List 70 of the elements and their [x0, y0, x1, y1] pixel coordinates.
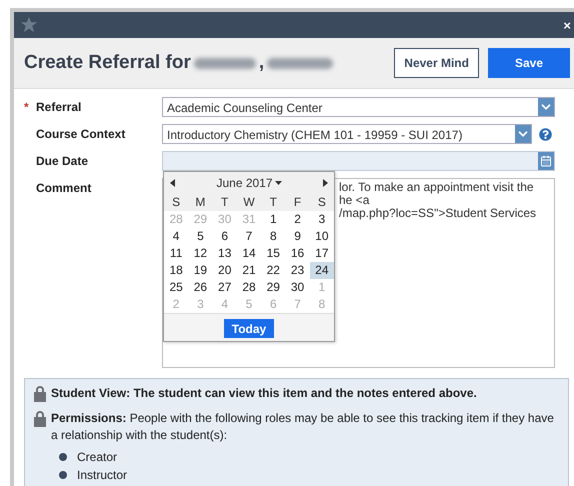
comment-text: he <a: [339, 194, 370, 207]
select-field[interactable]: Introductory Chemistry (CHEM 101 - 19959 - SUI 2017): [162, 124, 532, 144]
calendar-day[interactable]: 3: [310, 211, 334, 228]
weekday-label: S: [310, 194, 334, 211]
calendar-day[interactable]: 26: [188, 279, 213, 296]
today-button[interactable]: Today: [224, 319, 274, 338]
calendar-day[interactable]: 28: [236, 279, 262, 296]
weekday-label: S: [164, 194, 188, 211]
calendar-day[interactable]: 23: [285, 262, 310, 279]
calendar-day[interactable]: 9: [285, 228, 310, 245]
required-mark: *: [24, 100, 30, 114]
calendar-day[interactable]: 12: [188, 245, 213, 262]
field-label: Course Context: [36, 127, 126, 141]
weekday-label: M: [188, 194, 213, 211]
calendar-day[interactable]: 21: [236, 262, 262, 279]
note-text: Permissions: People with the following roles may be able to see this tracking item if they have a relationship with the student(s):: [51, 410, 555, 444]
calendar-icon[interactable]: [540, 155, 552, 167]
calendar-day[interactable]: 6: [212, 228, 237, 245]
dialog-title: Create Referral for: [24, 52, 191, 74]
cancel-button[interactable]: Never Mind: [394, 48, 479, 78]
help-icon[interactable]: [539, 128, 552, 140]
calendar-day[interactable]: 24: [310, 262, 334, 279]
calendar-day[interactable]: 20: [212, 262, 237, 279]
calendar-day[interactable]: 5: [188, 228, 213, 245]
calendar-day[interactable]: 1: [261, 211, 286, 228]
save-button[interactable]: Save: [488, 48, 570, 78]
calendar-day[interactable]: 15: [261, 245, 286, 262]
weekday-label: W: [236, 194, 262, 211]
field-label: Comment: [36, 181, 92, 195]
date-field[interactable]: [162, 151, 555, 171]
field-label: Referral: [36, 100, 82, 114]
weekday-label: T: [261, 194, 286, 211]
caret-down-icon[interactable]: [274, 181, 282, 185]
previous-month-icon[interactable]: [170, 179, 175, 187]
comment-text: lor. To make an appointment visit the: [339, 181, 535, 194]
calendar-day[interactable]: 29: [261, 279, 286, 296]
role-text: Creator: [77, 450, 118, 464]
bullet-icon: [59, 471, 67, 479]
calendar-day[interactable]: 16: [285, 245, 310, 262]
calendar-day[interactable]: 14: [236, 245, 262, 262]
calendar-day[interactable]: 25: [164, 279, 188, 296]
calendar-day[interactable]: 10: [310, 228, 334, 245]
field-label: Due Date: [36, 154, 88, 168]
calendar-day[interactable]: 18: [164, 262, 188, 279]
redacted-name: [267, 58, 334, 68]
calendar-day[interactable]: 22: [261, 262, 286, 279]
select-field[interactable]: Academic Counseling Center: [162, 97, 555, 117]
star-logo-icon: [20, 16, 38, 34]
bullet-icon: [59, 453, 67, 461]
calendar-day[interactable]: 7: [236, 228, 262, 245]
role-text: Instructor: [77, 468, 128, 482]
calendar-day[interactable]: 27: [212, 279, 237, 296]
calendar-day[interactable]: 2: [285, 211, 310, 228]
weekday-label: T: [212, 194, 237, 211]
next-month-icon[interactable]: [323, 179, 328, 187]
calendar-day[interactable]: 30: [285, 279, 310, 296]
note-text: Student View: The student can view this item and the notes entered above.: [51, 385, 477, 402]
calendar-day[interactable]: 13: [212, 245, 237, 262]
redacted-name: [194, 58, 256, 68]
weekday-label: F: [285, 194, 310, 211]
calendar-day[interactable]: 17: [310, 245, 334, 262]
calendar-day[interactable]: 8: [261, 228, 286, 245]
calendar-day[interactable]: 4: [164, 228, 188, 245]
calendar-day[interactable]: 11: [164, 245, 188, 262]
name-separator: ,: [258, 52, 264, 74]
lock-icon: [33, 410, 47, 427]
comment-text: /map.php?loc=SS">Student Services: [339, 207, 538, 220]
lock-icon: [33, 385, 47, 402]
close-button[interactable]: ×: [563, 18, 571, 32]
calendar-day[interactable]: 19: [188, 262, 213, 279]
